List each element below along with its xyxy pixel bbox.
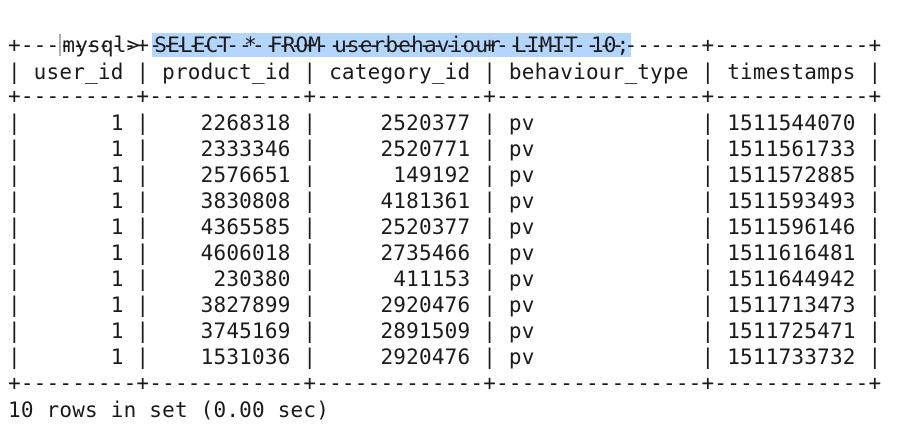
command-line[interactable]: mysql> SELECT * FROM userbehaviour LIMIT… — [8, 6, 632, 57]
table-row: | 1 | 2333346 | 2520771 | pv | 151156173… — [8, 137, 882, 161]
table-border-header: +---------+------------+-------------+--… — [8, 84, 882, 108]
table-row: | 1 | 3830808 | 4181361 | pv | 151159349… — [8, 189, 882, 213]
table-border-bottom: +---------+------------+-------------+--… — [8, 371, 882, 395]
table-border-top: +---------+------------+-------------+--… — [8, 33, 882, 57]
table-header-row: | user_id | product_id | category_id | b… — [8, 60, 882, 84]
table-row: | 1 | 230380 | 411153 | pv | 1511644942 … — [8, 267, 882, 291]
result-summary: 10 rows in set (0.00 sec) — [8, 398, 330, 422]
table-row: | 1 | 3745169 | 2891509 | pv | 151172547… — [8, 319, 882, 343]
table-row: | 1 | 4606018 | 2735466 | pv | 151161648… — [8, 241, 882, 265]
table-row: | 1 | 2268318 | 2520377 | pv | 151154407… — [8, 111, 882, 135]
table-row: | 1 | 4365585 | 2520377 | pv | 151159614… — [8, 215, 882, 239]
table-row: | 1 | 1531036 | 2920476 | pv | 151173373… — [8, 345, 882, 369]
table-row: | 1 | 2576651 | 149192 | pv | 1511572885… — [8, 163, 882, 187]
table-row: | 1 | 3827899 | 2920476 | pv | 151171347… — [8, 293, 882, 317]
